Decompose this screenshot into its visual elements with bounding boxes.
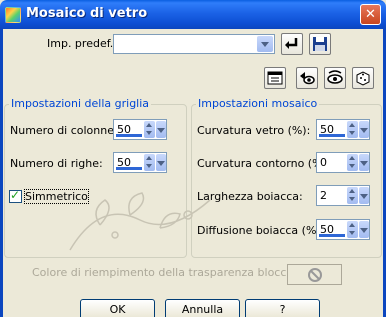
glass-curvature-dropdown-icon[interactable] (359, 121, 369, 138)
auto-proof-button[interactable] (324, 67, 346, 89)
help-button[interactable]: ? (245, 299, 320, 317)
glass-curvature-updown-icon[interactable] (347, 121, 358, 138)
title-bar: Mosaico di vetro ✕ (0, 0, 386, 29)
floral-watermark-icon (69, 192, 211, 251)
edge-curvature-spinner[interactable]: 0 (316, 152, 370, 173)
transparency-color-swatch (287, 264, 342, 285)
glass-curvature-spinner[interactable]: 50 (316, 119, 370, 140)
return-arrow-icon (285, 38, 298, 49)
preview-window-button[interactable] (264, 67, 286, 89)
edge-curvature-value[interactable]: 0 (320, 156, 327, 169)
eye-icon (327, 70, 343, 84)
grout-width-updown-icon[interactable] (347, 187, 358, 204)
preset-label: Imp. predef.: (47, 37, 117, 50)
dice-icon (356, 71, 370, 86)
edge-curvature-updown-icon[interactable] (347, 154, 358, 171)
rows-label: Numero di righe: (10, 157, 103, 170)
columns-spinner[interactable]: 50 (113, 119, 167, 140)
window-icon (267, 71, 283, 85)
ok-button[interactable]: OK (80, 299, 155, 317)
columns-label: Numero di colonne: (10, 124, 118, 137)
floppy-disk-icon (313, 37, 327, 51)
grout-width-spinner[interactable]: 2 (316, 185, 370, 206)
load-preset-button[interactable] (281, 33, 303, 55)
rows-spinner[interactable]: 50 (113, 152, 167, 173)
columns-updown-icon[interactable] (144, 121, 155, 138)
rows-updown-icon[interactable] (144, 154, 155, 171)
grid-settings-title: Impostazioni della griglia (9, 97, 152, 110)
close-button[interactable]: ✕ (360, 4, 381, 25)
glass-curvature-slider-bar[interactable] (319, 134, 345, 137)
columns-dropdown-icon[interactable] (156, 121, 166, 138)
grout-diffusion-updown-icon[interactable] (347, 221, 358, 238)
grout-diffusion-spinner[interactable]: 50 (316, 219, 370, 240)
transparency-fill-label: Colore di riempimento della trasparenza … (32, 266, 308, 279)
rows-slider-bar[interactable] (116, 167, 142, 170)
grout-width-dropdown-icon[interactable] (359, 187, 369, 204)
edge-curvature-label: Curvatura contorno (%): (197, 157, 331, 170)
randomize-button[interactable] (352, 67, 374, 89)
symmetric-checkbox[interactable] (9, 188, 22, 203)
grout-diffusion-slider-bar[interactable] (319, 234, 345, 237)
glass-curvature-label: Curvatura vetro (%): (197, 124, 311, 137)
preset-combobox[interactable] (113, 34, 275, 54)
window-title: Mosaico di vetro (26, 6, 148, 21)
grout-width-value[interactable]: 2 (320, 189, 327, 202)
rows-dropdown-icon[interactable] (156, 154, 166, 171)
eye-arrow-icon (300, 72, 315, 85)
not-allowed-icon (308, 268, 322, 282)
mosaic-settings-title: Impostazioni mosaico (196, 97, 320, 110)
edge-curvature-dropdown-icon[interactable] (359, 154, 369, 171)
cancel-button[interactable]: Annulla (165, 299, 240, 317)
app-icon (5, 7, 21, 23)
save-preset-button[interactable] (309, 33, 331, 55)
chevron-down-icon[interactable] (257, 36, 273, 52)
columns-slider-bar[interactable] (116, 134, 142, 137)
proof-button[interactable] (296, 67, 318, 89)
grout-diffusion-dropdown-icon[interactable] (359, 221, 369, 238)
